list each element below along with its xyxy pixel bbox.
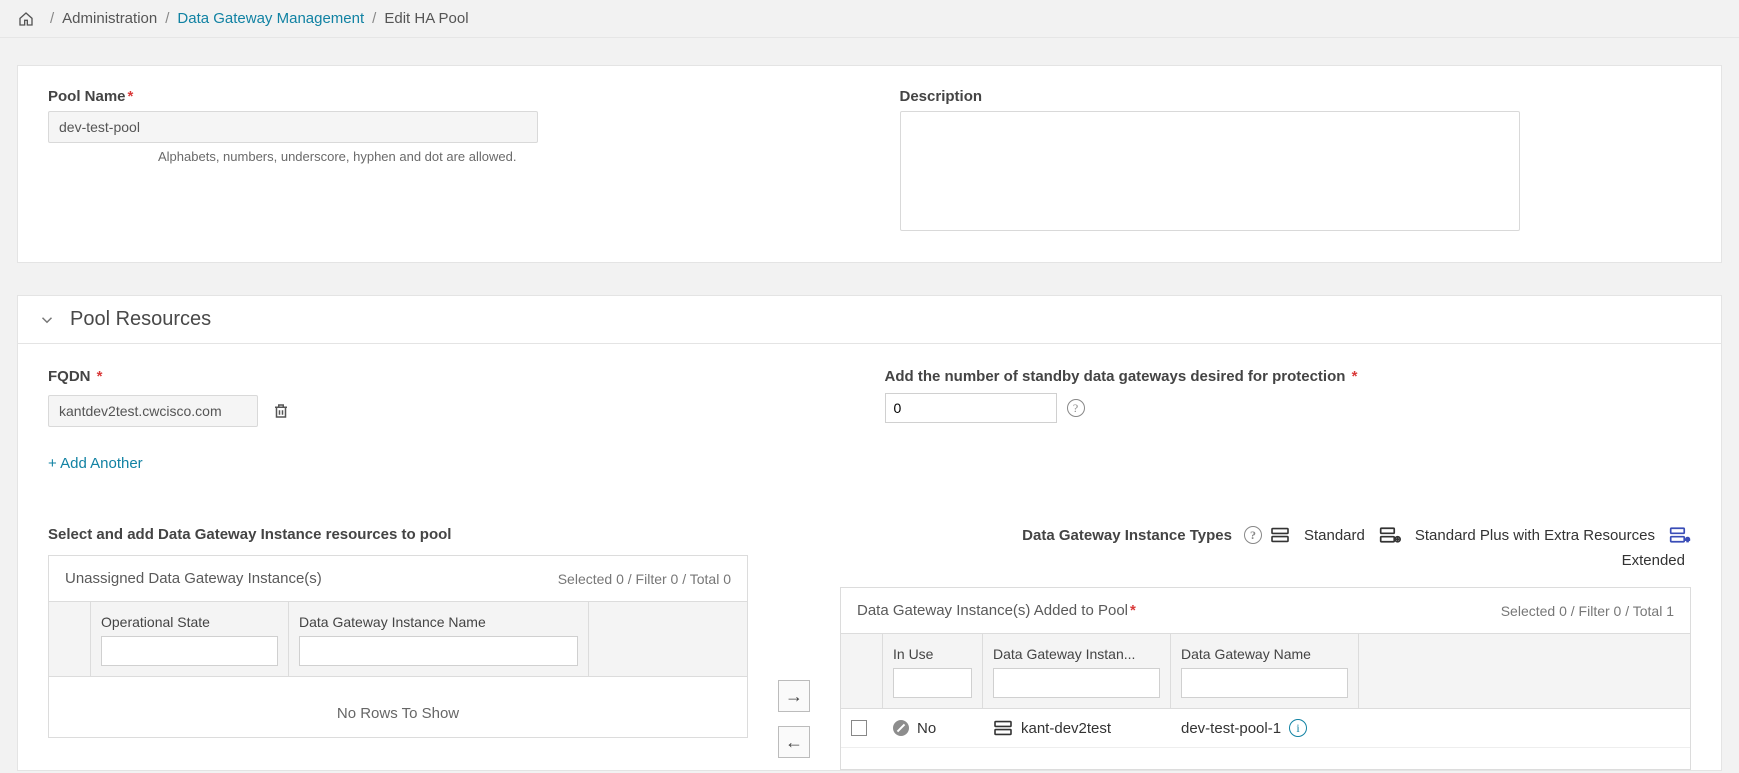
standby-input[interactable]: [885, 393, 1057, 423]
filter-in-use[interactable]: [893, 668, 972, 698]
col-instance-name: Data Gateway Instance Name: [289, 602, 589, 676]
svg-text:+: +: [1686, 537, 1690, 544]
filter-instance-name[interactable]: [299, 636, 578, 666]
instance-types-legend: Data Gateway Instance Types ? Standard: [840, 526, 1691, 569]
trash-icon[interactable]: [272, 401, 290, 421]
info-icon[interactable]: i: [1289, 719, 1307, 737]
home-icon[interactable]: [18, 11, 34, 27]
standby-label: Add the number of standby data gateways …: [885, 368, 1692, 385]
transfer-buttons: → ←: [764, 526, 824, 770]
col-dg-instance: Data Gateway Instan...: [983, 634, 1171, 708]
no-rows-message: No Rows To Show: [49, 677, 747, 722]
added-grid-counts: Selected 0 / Filter 0 / Total 1: [1501, 603, 1674, 619]
arrow-right-icon: →: [785, 686, 803, 706]
col-in-use: In Use: [883, 634, 983, 708]
filter-dg-name[interactable]: [1181, 668, 1348, 698]
unassigned-grid: Unassigned Data Gateway Instance(s) Sele…: [48, 555, 748, 738]
unassigned-grid-counts: Selected 0 / Filter 0 / Total 0: [558, 571, 731, 587]
fqdn-input[interactable]: [48, 395, 258, 427]
breadcrumb-data-gateway-management[interactable]: Data Gateway Management: [177, 10, 364, 27]
description-label: Description: [900, 88, 1692, 105]
select-add-section-label: Select and add Data Gateway Instance res…: [48, 526, 748, 543]
unassigned-grid-title: Unassigned Data Gateway Instance(s): [65, 570, 322, 587]
help-icon[interactable]: ?: [1244, 526, 1262, 544]
added-grid: Data Gateway Instance(s) Added to Pool* …: [840, 587, 1691, 770]
pool-name-hint: Alphabets, numbers, underscore, hyphen a…: [158, 149, 840, 164]
chevron-down-icon: [38, 311, 56, 329]
extended-icon: +: [1669, 526, 1691, 544]
table-row[interactable]: No kant-dev2test: [841, 709, 1690, 748]
pool-resources-header[interactable]: Pool Resources: [18, 296, 1721, 344]
pool-name-input[interactable]: [48, 111, 538, 143]
col-tail: [1359, 634, 1690, 708]
dg-instance-value: kant-dev2test: [1021, 720, 1111, 737]
pool-name-label: Pool Name*: [48, 88, 840, 105]
standard-icon: [993, 720, 1013, 736]
breadcrumb-edit-ha-pool: Edit HA Pool: [384, 10, 468, 27]
col-operational-state: Operational State: [91, 602, 289, 676]
col-dg-name: Data Gateway Name: [1171, 634, 1359, 708]
filter-dg-instance[interactable]: [993, 668, 1160, 698]
in-use-value: No: [917, 720, 936, 737]
col-empty: [589, 602, 747, 676]
move-left-button[interactable]: ←: [778, 726, 810, 758]
standard-plus-icon: [1379, 526, 1401, 544]
checkbox-header[interactable]: [841, 634, 883, 708]
pool-resources-panel: Pool Resources FQDN *: [17, 295, 1722, 771]
no-status-icon: [893, 720, 909, 736]
breadcrumb: / Administration / Data Gateway Manageme…: [0, 0, 1739, 38]
add-another-link[interactable]: + Add Another: [48, 455, 855, 472]
row-checkbox[interactable]: [851, 720, 867, 736]
standard-icon: [1270, 527, 1290, 543]
fqdn-label: FQDN *: [48, 368, 855, 385]
added-grid-title: Data Gateway Instance(s) Added to Pool*: [857, 602, 1136, 619]
arrow-left-icon: ←: [785, 732, 803, 752]
dg-name-value: dev-test-pool-1: [1181, 720, 1281, 737]
description-textarea[interactable]: [900, 111, 1520, 231]
pool-info-panel: Pool Name* Alphabets, numbers, underscor…: [17, 65, 1722, 263]
move-right-button[interactable]: →: [778, 680, 810, 712]
breadcrumb-administration[interactable]: Administration: [62, 10, 157, 27]
help-icon[interactable]: ?: [1067, 399, 1085, 417]
checkbox-header[interactable]: [49, 602, 91, 676]
filter-operational-state[interactable]: [101, 636, 278, 666]
